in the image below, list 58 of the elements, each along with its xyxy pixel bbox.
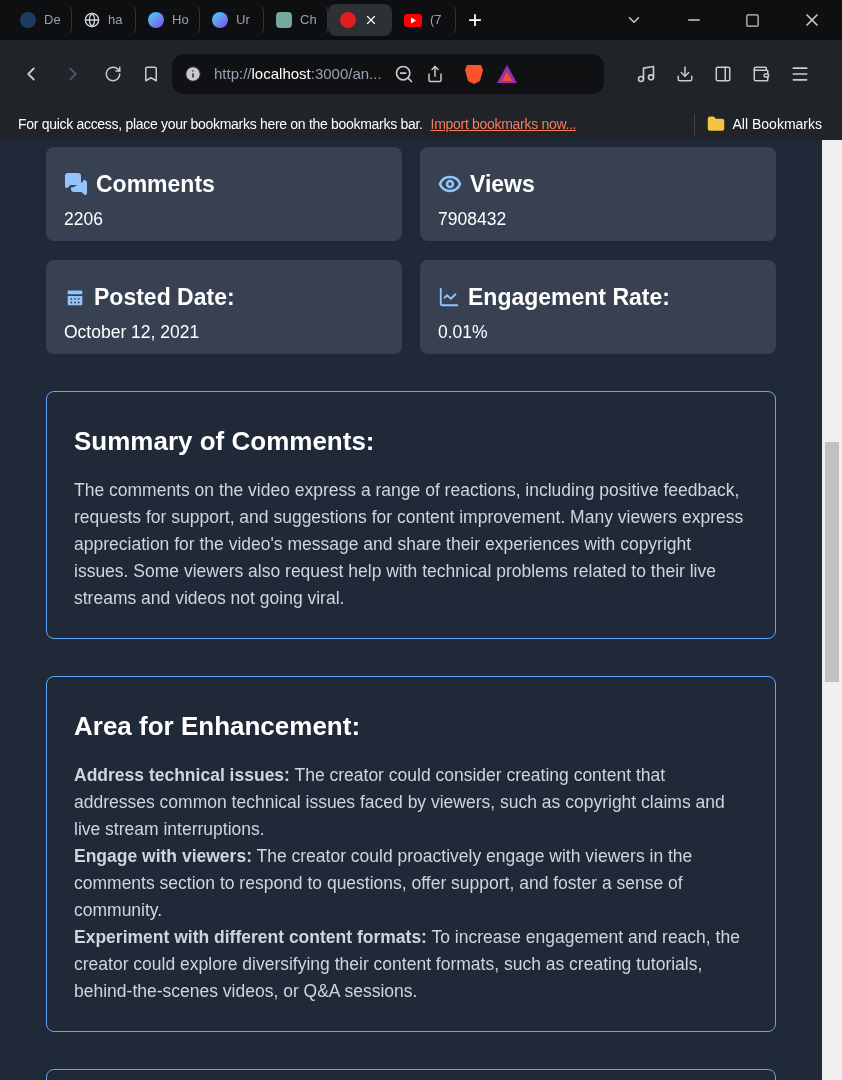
stat-label: Engagement Rate: <box>468 283 670 312</box>
browser-tab[interactable]: (7 <box>392 4 456 36</box>
suggestion-text: Experiment with different content formats: To increase engagement and reach, the creator could explore diversifying their content formats, such as creating tutorials, behind-the-scenes videos, or Q&A sessions. <box>74 926 741 1003</box>
tab-icon <box>148 12 164 28</box>
stat-value: October 12, 2021 <box>64 320 201 344</box>
tab-icon <box>276 12 292 28</box>
suggestion-text: Address technical issues: The creator could consider creating content that addresses common technical issues faced by viewers, such as copyright claims and live stream interruptions. <box>74 764 726 841</box>
address-bar[interactable]: http://localhost:3000/an... <box>172 54 604 94</box>
tab-title: Ho <box>172 11 189 30</box>
play-icon <box>404 13 422 27</box>
import-bookmarks-link[interactable]: Import bookmarks now... <box>430 113 577 135</box>
tab-title: Ur <box>236 11 250 30</box>
menu-icon[interactable] <box>790 64 810 84</box>
bookmark-icon[interactable] <box>142 65 160 83</box>
tab-title: ha <box>108 11 123 30</box>
tab-title: De <box>44 11 61 30</box>
browser-tab[interactable]: Ho <box>136 4 200 36</box>
scrollbar[interactable] <box>822 140 842 1080</box>
stat-label: Comments <box>96 170 215 199</box>
browser-tab[interactable]: ha <box>72 4 136 36</box>
scrollbar-thumb[interactable] <box>825 442 839 682</box>
maximize-icon[interactable] <box>745 12 760 28</box>
stat-value: 0.01% <box>438 320 489 344</box>
info-icon <box>184 65 202 83</box>
comments-icon <box>64 172 88 197</box>
browser-tab[interactable] <box>328 4 392 36</box>
suggestion-text: Engage with viewers: The creator could proactively engage with viewers in the comments section to respond to questions, offer support, and foster a sense of community. <box>74 845 694 922</box>
share-icon[interactable] <box>425 65 444 83</box>
chart-icon <box>438 286 460 309</box>
close-icon[interactable] <box>364 13 378 27</box>
browser-tab[interactable]: De <box>8 4 72 36</box>
tab-title: (7 <box>430 11 442 30</box>
reload-icon[interactable] <box>104 65 122 83</box>
triangle-icon[interactable] <box>495 64 518 84</box>
stat-label: Views <box>470 170 535 199</box>
tab-icon <box>340 12 356 28</box>
browser-tab[interactable]: Ch <box>264 4 328 36</box>
globe-icon <box>84 12 100 28</box>
section-title: Summary of Comments: <box>74 425 376 458</box>
sidebar-icon[interactable] <box>714 65 732 83</box>
section-title: Area for Enhancement: <box>74 710 362 743</box>
all-bookmarks-button[interactable]: All Bookmarks <box>732 113 822 135</box>
browser-tab[interactable]: Ur <box>200 4 264 36</box>
tab-title: Ch <box>300 11 317 30</box>
zoom-out-icon[interactable] <box>393 64 414 84</box>
tab-icon <box>212 12 228 28</box>
stat-label: Posted Date: <box>94 283 235 312</box>
stat-value: 7908432 <box>438 207 508 231</box>
wallet-icon[interactable] <box>752 65 770 83</box>
bookmarks-hint: For quick access, place your bookmarks here on the bookmarks bar. <box>18 114 423 134</box>
music-icon[interactable] <box>636 64 656 84</box>
folder-icon <box>706 115 725 133</box>
tab-icon <box>20 12 36 28</box>
download-icon[interactable] <box>676 65 694 83</box>
stat-value: 2206 <box>64 207 104 231</box>
summary-text: The comments on the video express a range of reactions, including positive feedback, requests for support, and suggestions for content improvement. Many viewers express appreciation for the video's message and share their experiences with copyright issues. Some viewers also request help with technical problems related to their live streams and videos not going viral. <box>74 479 745 610</box>
url-text: http://localhost:3000/an... <box>214 63 382 84</box>
new-tab-button[interactable]: + <box>456 2 494 38</box>
